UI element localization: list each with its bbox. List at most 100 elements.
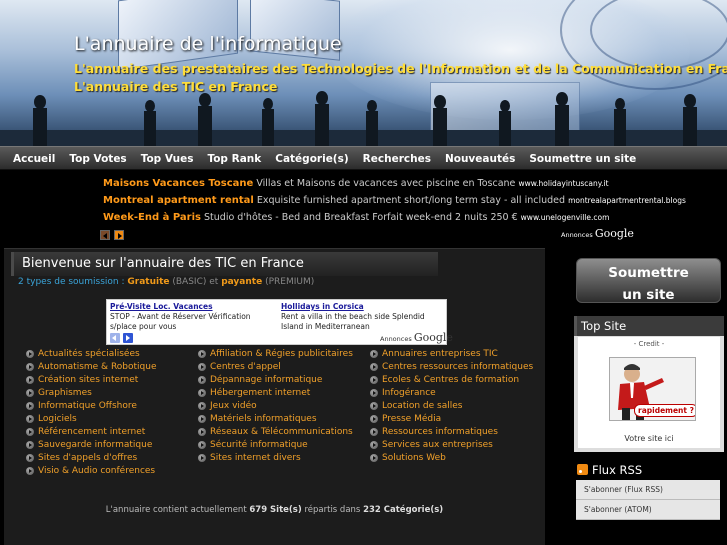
main-title-bar: Bienvenue sur l'annuaire des TIC en Fran…	[11, 252, 438, 276]
category-link[interactable]: Automatisme & Robotique	[26, 360, 157, 373]
arrow-bullet-icon	[198, 362, 206, 371]
category-link[interactable]: Sites internet divers	[198, 452, 353, 465]
top-site-ad-image[interactable]: rapidement ?	[609, 357, 696, 421]
ad-title[interactable]: Montreal apartment rental	[103, 195, 254, 206]
category-link[interactable]: Centres ressources informatiques	[370, 360, 533, 373]
category-link[interactable]: Logiciels	[26, 412, 157, 425]
ad-next-arrow-icon[interactable]	[114, 230, 124, 240]
category-link[interactable]: Services aux entreprises	[370, 439, 533, 452]
category-link[interactable]: Visio & Audio conférences	[26, 465, 157, 478]
submission-types: 2 types de soumission : Gratuite (BASIC)…	[18, 277, 314, 287]
site-title[interactable]: L'annuaire de l'informatique	[74, 33, 342, 55]
top-site-content: - Credit - rapidement ? Votre site ici	[578, 337, 720, 448]
ad-url[interactable]: montrealapartmentrental.blogs	[568, 196, 686, 205]
arrow-bullet-icon	[26, 375, 34, 384]
category-link[interactable]: Dépannage informatique	[198, 373, 353, 386]
rss-feed-header: Flux RSS	[574, 460, 724, 480]
category-link[interactable]: Hébergement internet	[198, 386, 353, 399]
arrow-bullet-icon	[370, 362, 378, 371]
submit-site-line2: un site	[622, 287, 675, 303]
submission-prefix: 2 types de soumission :	[18, 277, 125, 287]
google-ad-title[interactable]: Pré-Visite Loc. Vacances	[110, 302, 276, 312]
submission-free-link[interactable]: Gratuite	[127, 277, 169, 287]
category-link[interactable]: Location de salles	[370, 399, 533, 412]
header-people-silhouettes	[0, 91, 727, 146]
category-link[interactable]: Sites d'appels d'offres	[26, 452, 157, 465]
google-ad-text: Rent a villa in the beach side Splendid …	[281, 312, 425, 331]
ad-item[interactable]: Montreal apartment rental Exquisite furn…	[103, 195, 686, 206]
category-column-1: Actualités spécialisées Automatisme & Ro…	[26, 347, 157, 478]
category-column-2: Affiliation & Régies publicitaires Centr…	[198, 347, 353, 465]
google-ad-item[interactable]: Pré-Visite Loc. Vacances STOP - Avant de…	[110, 302, 276, 332]
arrow-bullet-icon	[198, 441, 206, 450]
category-link[interactable]: Informatique Offshore	[26, 399, 157, 412]
google-ad-item[interactable]: Hollidays in Corsica Rent a villa in the…	[281, 302, 447, 332]
category-link[interactable]: Ecoles & Centres de formation	[370, 373, 533, 386]
google-ad-title[interactable]: Hollidays in Corsica	[281, 302, 447, 312]
submit-site-button[interactable]: Soumettre un site	[576, 258, 721, 303]
submit-site-line1: Soumettre	[608, 265, 689, 281]
ad-item[interactable]: Week-End à Paris Studio d'hôtes - Bed an…	[103, 212, 609, 223]
category-link[interactable]: Sécurité informatique	[198, 439, 353, 452]
stats-category-count: 232 Catégorie(s)	[363, 505, 444, 515]
directory-stats: L'annuaire contient actuellement 679 Sit…	[4, 505, 545, 515]
nav-item-soumettre[interactable]: Soumettre un site	[522, 153, 643, 165]
arrow-bullet-icon	[370, 441, 378, 450]
your-site-here-link[interactable]: Votre site ici	[578, 434, 720, 443]
category-link[interactable]: Annuaires entreprises TIC	[370, 347, 533, 360]
google-ad-prev-icon[interactable]	[110, 333, 120, 343]
nav-item-accueil[interactable]: Accueil	[6, 153, 62, 165]
site-tagline: L'annuaire des prestataires des Technolo…	[74, 61, 727, 76]
category-link[interactable]: Création sites internet	[26, 373, 157, 386]
ad-item[interactable]: Maisons Vacances Toscane Villas et Maiso…	[103, 178, 609, 189]
top-site-panel: Top Site - Credit - rapidement ? Votre s…	[574, 316, 724, 452]
nav-item-top-vues[interactable]: Top Vues	[134, 153, 201, 165]
top-site-ad-text: rapidement ?	[634, 404, 695, 417]
category-link[interactable]: Jeux vidéo	[198, 399, 353, 412]
arrow-bullet-icon	[26, 428, 34, 437]
ads-by-google[interactable]: Annonces Google	[380, 331, 453, 344]
category-link[interactable]: Graphismes	[26, 386, 157, 399]
top-site-title: Top Site	[574, 316, 724, 336]
ad-title[interactable]: Week-End à Paris	[103, 212, 201, 223]
google-ad-next-icon[interactable]	[123, 333, 133, 343]
ad-text: Studio d'hôtes - Bed and Breakfast Forfa…	[204, 212, 518, 223]
category-link[interactable]: Presse Média	[370, 412, 533, 425]
ads-by-prefix: Annonces	[561, 231, 593, 239]
nav-item-recherches[interactable]: Recherches	[356, 153, 438, 165]
subscribe-rss-link[interactable]: S'abonner (Flux RSS)	[576, 480, 720, 500]
category-link[interactable]: Affiliation & Régies publicitaires	[198, 347, 353, 360]
google-logo: Google	[413, 331, 453, 344]
category-link[interactable]: Sauvegarde informatique	[26, 439, 157, 452]
category-link[interactable]: Ressources informatiques	[370, 426, 533, 439]
arrow-bullet-icon	[198, 415, 206, 424]
category-link[interactable]: Centres d'appel	[198, 360, 353, 373]
category-link[interactable]: Solutions Web	[370, 452, 533, 465]
nav-item-categories[interactable]: Catégorie(s)	[268, 153, 355, 165]
nav-item-top-votes[interactable]: Top Votes	[62, 153, 133, 165]
arrow-bullet-icon	[26, 401, 34, 410]
nav-item-nouveautes[interactable]: Nouveautés	[438, 153, 522, 165]
category-link[interactable]: Référencement internet	[26, 426, 157, 439]
category-link[interactable]: Actualités spécialisées	[26, 347, 157, 360]
ad-url[interactable]: www.unelogenville.com	[521, 213, 610, 222]
arrow-bullet-icon	[198, 428, 206, 437]
arrow-bullet-icon	[370, 388, 378, 397]
ad-url[interactable]: www.holidayintuscany.it	[518, 179, 608, 188]
ad-title[interactable]: Maisons Vacances Toscane	[103, 178, 253, 189]
submission-paid-note: (PREMIUM)	[265, 277, 315, 287]
category-link[interactable]: Réseaux & Télécommunications	[198, 426, 353, 439]
nav-item-top-rank[interactable]: Top Rank	[200, 153, 268, 165]
rss-icon	[577, 464, 588, 475]
arrow-bullet-icon	[370, 349, 378, 358]
submission-paid-link[interactable]: payante	[221, 277, 262, 287]
subscribe-atom-link[interactable]: S'abonner (ATOM)	[576, 500, 720, 520]
ad-prev-arrow-icon[interactable]	[100, 230, 110, 240]
ads-by-google[interactable]: Annonces Google	[561, 227, 634, 240]
category-link[interactable]: Infogérance	[370, 386, 533, 399]
stats-prefix: L'annuaire contient actuellement	[105, 505, 247, 515]
arrow-bullet-icon	[198, 375, 206, 384]
arrow-bullet-icon	[370, 415, 378, 424]
arrow-bullet-icon	[198, 388, 206, 397]
category-link[interactable]: Matériels informatiques	[198, 412, 353, 425]
